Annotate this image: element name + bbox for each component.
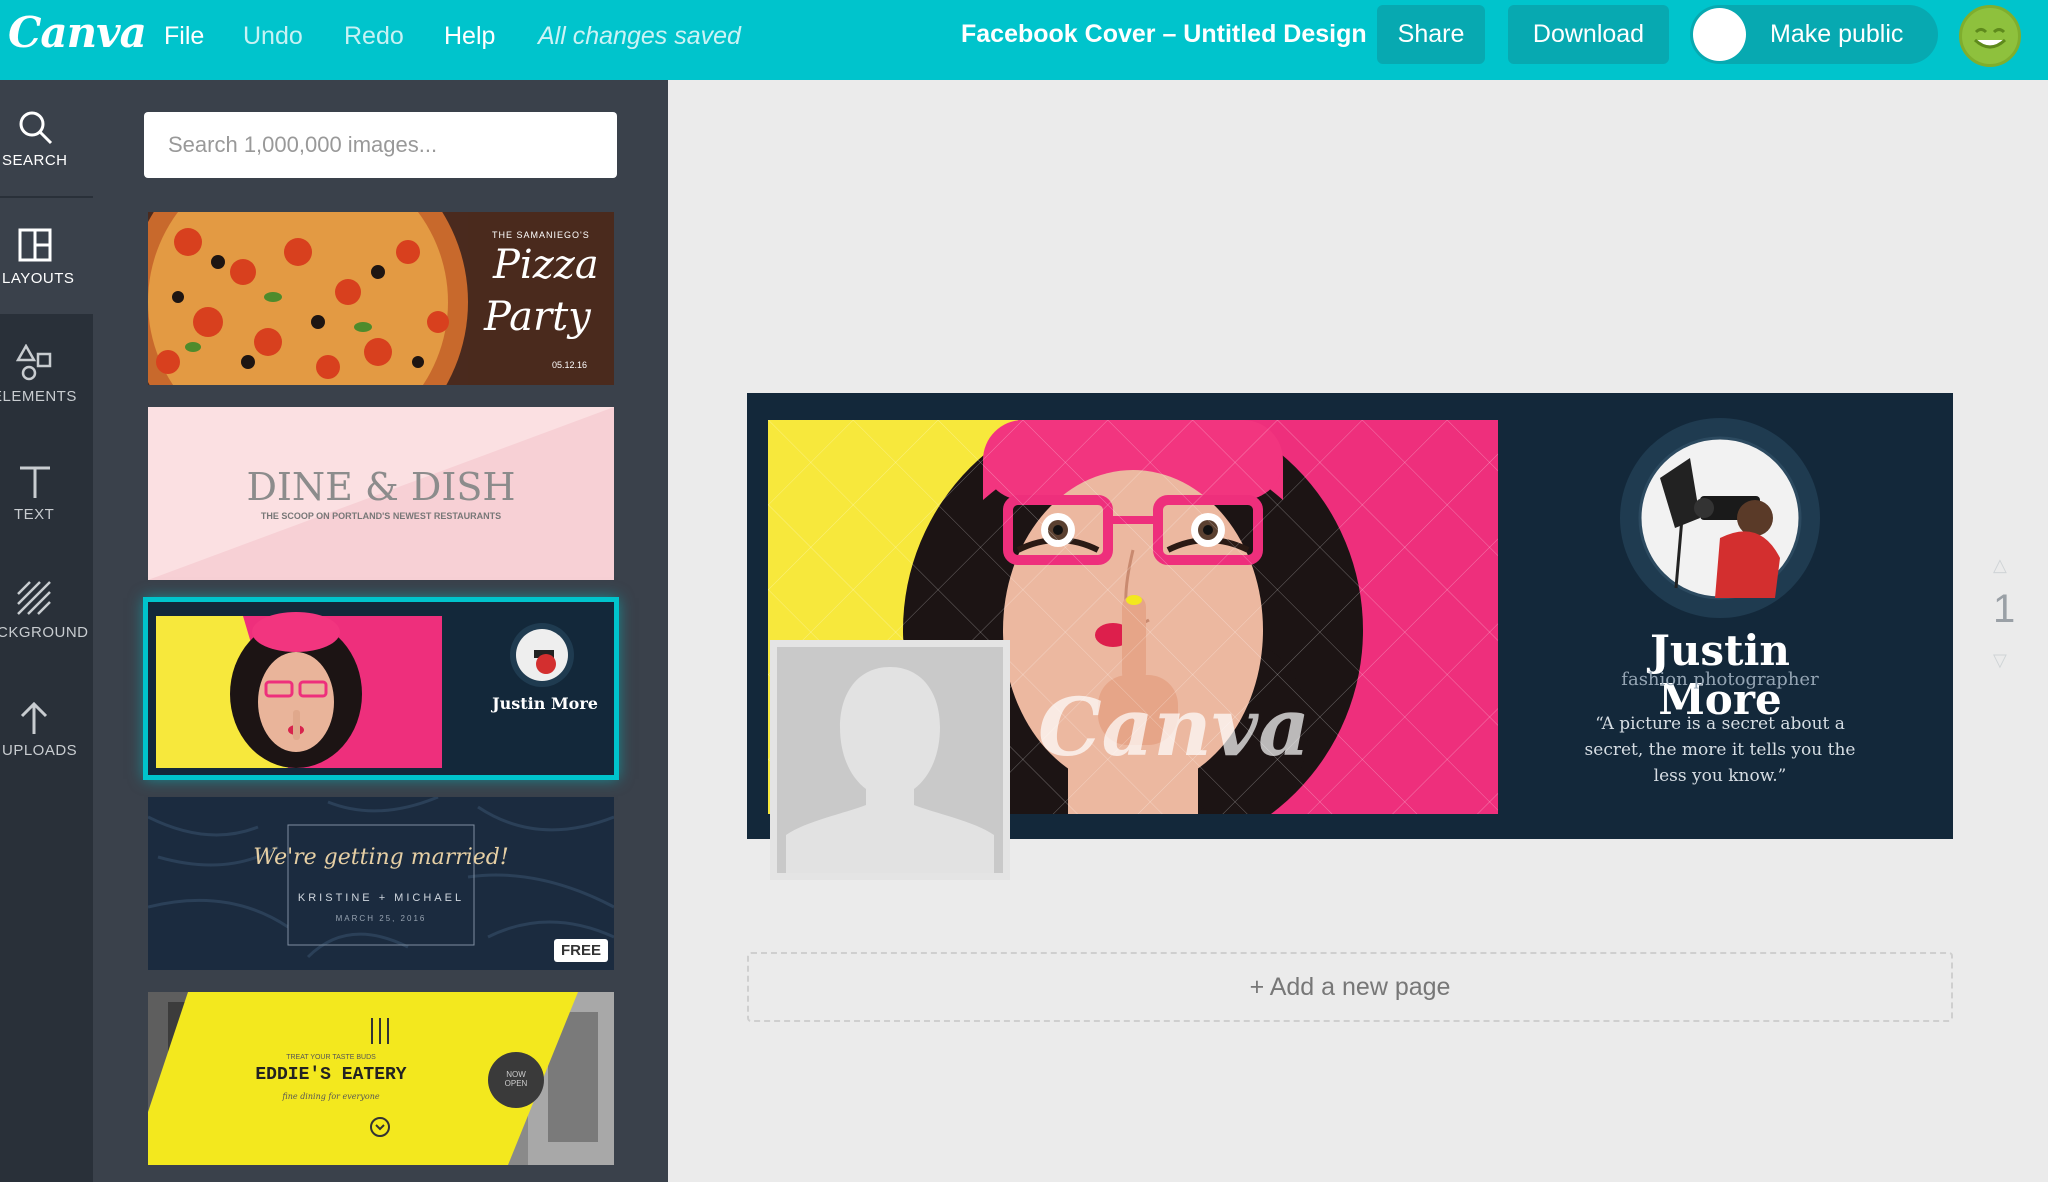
page-up-icon[interactable]: △ xyxy=(1993,555,2007,576)
text-icon xyxy=(20,466,50,498)
canva-logo[interactable]: Canva xyxy=(8,8,147,57)
page-number: 1 xyxy=(1993,587,2016,631)
background-icon xyxy=(17,581,51,615)
sidebar-item-search[interactable]: SEARCH xyxy=(0,80,93,196)
menu-help[interactable]: Help xyxy=(444,22,495,51)
sidebar-label: TEXT xyxy=(14,506,55,523)
top-bar: Canva File Undo Redo Help All changes sa… xyxy=(0,0,2048,80)
user-avatar[interactable] xyxy=(1959,5,2021,67)
search-icon xyxy=(19,111,53,145)
layout-thumb-pizza-party[interactable]: THE SAMANIEGO'S Pizza Party 05.12.16 xyxy=(148,212,614,385)
photographer-layout-preview xyxy=(148,602,614,775)
layout-small-title: TREAT YOUR TASTE BUDS xyxy=(286,1054,376,1061)
add-page-button[interactable]: + Add a new page xyxy=(747,952,1953,1022)
layout-title: DINE & DISH xyxy=(246,465,516,509)
sidebar-item-elements[interactable]: ELEMENTS xyxy=(0,316,93,432)
download-button[interactable]: Download xyxy=(1508,5,1669,64)
make-public-label: Make public xyxy=(1770,20,1904,48)
layout-date: MARCH 25, 2016 xyxy=(335,914,427,923)
image-search-input[interactable] xyxy=(144,112,617,178)
badge-line: NOW xyxy=(506,1070,526,1079)
layout-title: Pizza xyxy=(493,242,599,288)
sidebar-item-background[interactable]: BACKGROUND xyxy=(0,552,93,668)
layout-thumb-dine-dish[interactable]: DINE & DISH THE SCOOP ON PORTLAND'S NEWE… xyxy=(148,407,614,580)
layout-names: KRISTINE + MICHAEL xyxy=(297,892,465,904)
layout-small-title: THE SAMANIEGO'S xyxy=(492,230,590,240)
toggle-knob xyxy=(1693,8,1746,61)
sidebar-label: SEARCH xyxy=(2,152,68,169)
image-search xyxy=(144,112,617,178)
smiley-face-icon xyxy=(1973,28,2007,49)
layouts-panel: THE SAMANIEGO'S Pizza Party 05.12.16 DIN… xyxy=(93,80,668,1182)
layouts-icon xyxy=(18,228,52,262)
document-title[interactable]: Facebook Cover – Untitled Design xyxy=(961,20,1367,49)
layout-title: Justin More xyxy=(492,694,598,713)
share-button[interactable]: Share xyxy=(1377,5,1485,64)
upload-arrow-icon xyxy=(20,701,48,734)
sidebar-item-uploads[interactable]: UPLOADS xyxy=(0,670,93,786)
menu-undo[interactable]: Undo xyxy=(243,22,303,51)
layout-title: Party xyxy=(484,294,591,340)
elements-icon xyxy=(16,344,52,381)
sidebar-label: ELEMENTS xyxy=(0,388,77,405)
layout-subtitle: THE SCOOP ON PORTLAND'S NEWEST RESTAURAN… xyxy=(260,511,502,521)
layout-title: EDDIE'S EATERY xyxy=(255,1065,407,1085)
now-open-badge: NOW OPEN xyxy=(488,1070,544,1088)
designer-quote[interactable]: “A picture is a secret about a secret, t… xyxy=(1583,711,1857,789)
make-public-toggle[interactable]: Make public xyxy=(1690,5,1938,64)
person-silhouette-icon xyxy=(777,647,1003,873)
menu-file[interactable]: File xyxy=(164,22,204,51)
free-badge: FREE xyxy=(553,939,608,962)
palm-leaves-background xyxy=(148,797,614,970)
layout-thumb-eddies-eatery[interactable]: TREAT YOUR TASTE BUDS EDDIE'S EATERY fin… xyxy=(148,992,614,1165)
layout-title: We're getting married! xyxy=(253,845,509,870)
sidebar-item-text[interactable]: TEXT xyxy=(0,434,93,550)
photographer-portrait[interactable] xyxy=(1620,418,1820,618)
layout-thumb-wedding[interactable]: We're getting married! KRISTINE + MICHAE… xyxy=(148,797,614,970)
save-status: All changes saved xyxy=(538,22,741,50)
sidebar-label: LAYOUTS xyxy=(2,270,75,287)
badge-line: OPEN xyxy=(504,1079,528,1088)
page-down-icon[interactable]: ▽ xyxy=(1993,650,2007,671)
layout-thumb-justin-more[interactable]: Justin More xyxy=(148,602,614,775)
sidebar-label: BACKGROUND xyxy=(0,624,89,641)
layout-tagline: fine dining for everyone xyxy=(282,1092,380,1101)
canva-watermark: Canva xyxy=(1038,680,1310,774)
layout-date: 05.12.16 xyxy=(552,360,588,370)
left-rail: SEARCH LAYOUTS ELEMENTS TEXT CKGROUND UP… xyxy=(0,80,93,1182)
sidebar-label: UPLOADS xyxy=(2,742,78,759)
menu-redo[interactable]: Redo xyxy=(344,22,404,51)
designer-role[interactable]: fashion photographer xyxy=(1611,669,1829,690)
sidebar-item-layouts[interactable]: LAYOUTS xyxy=(0,198,93,314)
profile-picture-placeholder xyxy=(770,640,1010,880)
